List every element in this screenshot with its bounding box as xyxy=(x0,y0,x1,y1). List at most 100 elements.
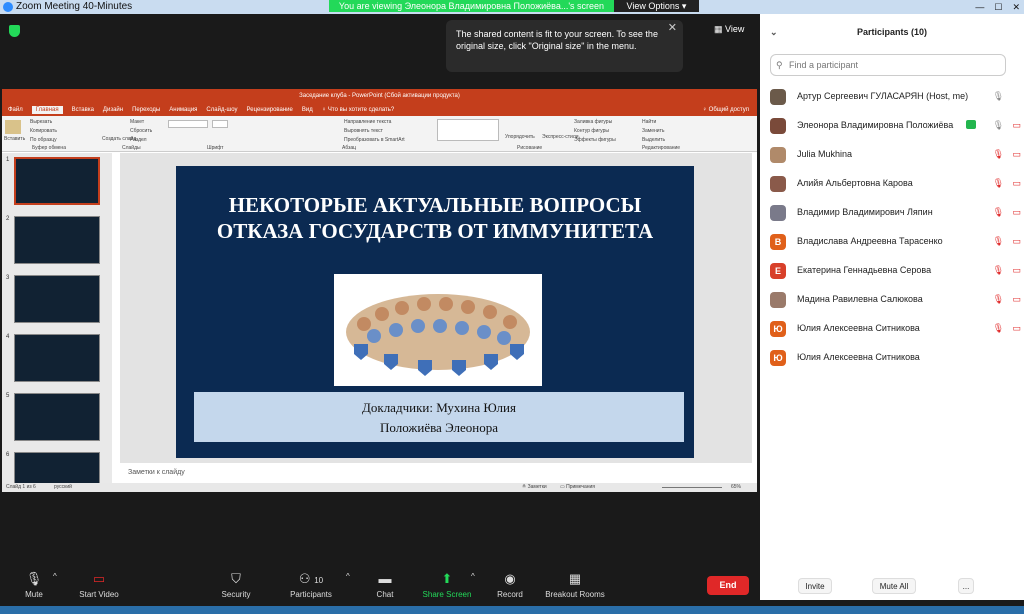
avatar: Ю xyxy=(770,321,786,337)
participants-button[interactable]: ⚇ 10 Participants xyxy=(271,570,351,599)
start-video-label: Start Video xyxy=(79,590,119,599)
participant-row[interactable]: Алийя Альбертовна Карова 🎙 ▭ xyxy=(760,169,1024,198)
tab-file[interactable]: Файл xyxy=(8,107,23,113)
invite-button[interactable]: Invite xyxy=(798,578,832,594)
tab-home[interactable]: Главная xyxy=(31,105,63,114)
mic-muted-icon[interactable]: 🎙 xyxy=(993,140,1004,169)
shape-fill-button[interactable]: Заливка фигуры xyxy=(574,119,612,125)
slide-thumbnail[interactable] xyxy=(14,452,100,483)
participant-row[interactable]: Владимир Владимирович Ляпин 🎙 ▭ xyxy=(760,198,1024,227)
notes-toggle[interactable]: ≙ Заметки xyxy=(522,484,547,490)
mic-muted-icon[interactable]: 🎙 xyxy=(993,314,1004,343)
mic-muted-icon[interactable]: 🎙 xyxy=(993,169,1004,198)
video-off-icon: ▭ xyxy=(92,571,106,586)
video-off-icon[interactable]: ▭ xyxy=(1012,285,1021,314)
security-button[interactable]: ⛉ Security xyxy=(196,570,276,599)
slide-thumbnail[interactable] xyxy=(14,393,100,441)
video-off-icon[interactable]: ▭ xyxy=(1012,314,1021,343)
microphone-icon[interactable]: 🎙 xyxy=(993,82,1004,111)
maximize-button[interactable]: ☐ xyxy=(994,0,1002,14)
participant-row[interactable]: Элеонора Владимировна Положиёва 🎙 ▭ xyxy=(760,111,1024,140)
close-window-button[interactable]: ✕ xyxy=(1012,0,1020,14)
audio-options-caret[interactable]: ^ xyxy=(53,572,57,581)
start-video-button[interactable]: ▭ Start Video xyxy=(59,570,139,599)
reset-button[interactable]: Сбросить xyxy=(130,128,152,134)
view-button[interactable]: ▦ View xyxy=(714,24,744,35)
layout-button[interactable]: Макет xyxy=(130,119,144,125)
video-off-icon[interactable]: ▭ xyxy=(1012,140,1021,169)
share-access-button[interactable]: ♀ Общий доступ xyxy=(703,107,749,113)
mute-all-button[interactable]: Mute All xyxy=(872,578,916,594)
search-placeholder: Find a participant xyxy=(789,60,859,70)
video-off-icon[interactable]: ▭ xyxy=(1012,169,1021,198)
tooltip-close-icon[interactable]: ✕ xyxy=(668,22,677,34)
zoom-slider[interactable] xyxy=(662,487,722,488)
video-off-icon[interactable]: ▭ xyxy=(1012,111,1021,140)
tab-slideshow[interactable]: Слайд-шоу xyxy=(206,107,237,113)
select-button[interactable]: Выделить xyxy=(642,137,665,143)
participant-row[interactable]: Мадина Равилевна Салюкова 🎙 ▭ xyxy=(760,285,1024,314)
shape-outline-button[interactable]: Контур фигуры xyxy=(574,128,609,134)
minimize-button[interactable]: — xyxy=(975,0,984,14)
paste-icon[interactable] xyxy=(5,120,21,134)
video-off-icon[interactable]: ▭ xyxy=(1012,227,1021,256)
slide-thumbnail[interactable] xyxy=(14,216,100,264)
participant-row[interactable]: Julia Mukhina 🎙 ▭ xyxy=(760,140,1024,169)
copy-button[interactable]: Копировать xyxy=(30,128,57,134)
find-button[interactable]: Найти xyxy=(642,119,656,125)
font-size-select[interactable] xyxy=(212,120,228,128)
cut-button[interactable]: Вырезать xyxy=(30,119,52,125)
view-options-button[interactable]: View Options ▾ xyxy=(614,0,699,12)
paste-button[interactable]: Вставить xyxy=(4,136,25,142)
current-slide[interactable]: НЕКОТОРЫЕ АКТУАЛЬНЫЕ ВОПРОСЫ ОТКАЗА ГОСУ… xyxy=(176,166,694,458)
slide-thumbnail[interactable] xyxy=(14,334,100,382)
more-options-button[interactable]: ... xyxy=(958,578,974,594)
os-taskbar xyxy=(0,606,1024,614)
slide-thumbnail[interactable] xyxy=(14,157,100,205)
section-button[interactable]: Раздел xyxy=(130,137,147,143)
participant-row[interactable]: Е Екатерина Геннадьевна Серова 🎙 ▭ xyxy=(760,256,1024,285)
participant-search-input[interactable]: ⚲ Find a participant xyxy=(770,54,1006,76)
slide-thumbnail[interactable] xyxy=(14,275,100,323)
fit-screen-tooltip: The shared content is fit to your screen… xyxy=(446,20,683,72)
speakers-line-1: Докладчики: Мухина Юлия xyxy=(362,400,516,415)
encryption-shield-icon[interactable] xyxy=(9,25,20,37)
text-direction-button[interactable]: Направление текста xyxy=(344,119,391,125)
mic-muted-icon[interactable]: 🎙 xyxy=(993,285,1004,314)
participant-row[interactable]: Ю Юлия Алексеевна Ситникова 🎙 ▭ xyxy=(760,314,1024,343)
align-text-button[interactable]: Выровнять текст xyxy=(344,128,383,134)
format-painter-button[interactable]: По образцу xyxy=(30,137,57,143)
participant-row[interactable]: Ю Юлия Алексеевна Ситникова xyxy=(760,343,1024,372)
participant-row[interactable]: В Владислава Андреевна Тарасенко 🎙 ▭ xyxy=(760,227,1024,256)
comments-toggle[interactable]: ▭ Примечания xyxy=(560,484,595,490)
zoom-level[interactable]: 65% xyxy=(731,484,741,490)
video-off-icon[interactable]: ▭ xyxy=(1012,198,1021,227)
tell-me-search[interactable]: ♀ Что вы хотите сделать? xyxy=(322,107,395,113)
shapes-gallery[interactable] xyxy=(437,119,499,141)
tab-design[interactable]: Дизайн xyxy=(103,107,123,113)
ppt-ribbon-tabs: Файл Главная Вставка Дизайн Переходы Ани… xyxy=(2,103,757,116)
notes-pane[interactable]: Заметки к слайду xyxy=(120,463,752,483)
arrange-button[interactable]: Упорядочить xyxy=(505,134,535,140)
video-off-icon[interactable]: ▭ xyxy=(1012,256,1021,285)
font-name-select[interactable] xyxy=(168,120,208,128)
end-meeting-button[interactable]: End xyxy=(707,576,749,595)
replace-button[interactable]: Заменить xyxy=(642,128,664,134)
mic-muted-icon[interactable]: 🎙 xyxy=(993,198,1004,227)
breakout-rooms-button[interactable]: ▦ Breakout Rooms xyxy=(535,570,615,599)
tab-animation[interactable]: Анимация xyxy=(169,107,197,113)
microphone-icon[interactable]: 🎙 xyxy=(993,111,1004,140)
participant-name: Юлия Алексеевна Ситникова xyxy=(797,323,920,333)
shape-effects-button[interactable]: Эффекты фигуры xyxy=(574,137,616,143)
tab-transitions[interactable]: Переходы xyxy=(132,107,160,113)
mic-muted-icon[interactable]: 🎙 xyxy=(993,256,1004,285)
chevron-down-icon[interactable]: ⌄ xyxy=(770,14,778,50)
tab-review[interactable]: Рецензирование xyxy=(247,107,293,113)
participant-row[interactable]: Артур Сергеевич ГУЛАСАРЯН (Host, me) 🎙 xyxy=(760,82,1024,111)
tab-view[interactable]: Вид xyxy=(302,107,313,113)
mic-muted-icon[interactable]: 🎙 xyxy=(993,227,1004,256)
smartart-button[interactable]: Преобразовать в SmartArt xyxy=(344,137,405,143)
tab-insert[interactable]: Вставка xyxy=(72,107,94,113)
thumb-number: 6 xyxy=(6,452,10,458)
language-indicator[interactable]: русский xyxy=(54,484,72,490)
